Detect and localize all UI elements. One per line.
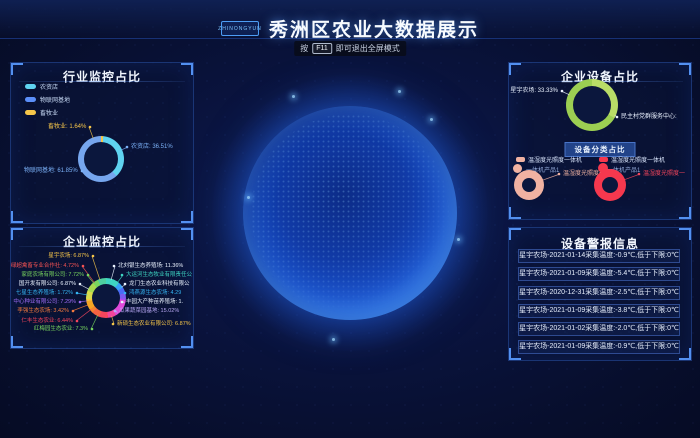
legend-item[interactable]: 农资店 — [25, 82, 70, 91]
enterprise-chart-area: 星宇农场: 6.87% 绿超禽畜专业合作社: 4.72% 家庭农场有限公司: 7… — [11, 228, 193, 348]
donut-hole — [92, 284, 120, 312]
globe — [243, 106, 457, 320]
chart-label: 大运河生态牧业有限责任公 — [126, 271, 192, 279]
industry-chart-area: 农资店 物联网基地 畜牧业 畜牧业: 1.64% 农资店: 36.51% 物联网… — [11, 63, 193, 223]
chart-label: 仁丰生态农业: 6.44% — [21, 317, 73, 325]
alarm-row: 星宇农场-2021-01-14采集温度:-0.9℃,低于下限:0℃ — [518, 249, 680, 263]
alarm-row: 星宇农场-2021-01-09采集温度:-5.4℃,低于下限:0℃ — [518, 267, 680, 281]
fullscreen-hint: 按 F11 即可退出全屏模式 — [294, 41, 406, 56]
chart-label: 龙门生态农业科技有限公 — [129, 280, 190, 288]
class-donut-chart-right[interactable] — [594, 169, 626, 201]
chart-label: 家庭农场有限公司: 7.72% — [21, 271, 84, 279]
legend-swatch — [25, 110, 36, 116]
chart-label: 农资店: 36.51% — [131, 143, 173, 151]
chart-label: 瓜果蔬菜园基地: 15.02% — [119, 307, 179, 315]
industry-panel: 行业监控占比 农资店 物联网基地 畜牧业 畜牧业: 1.64 — [10, 62, 194, 224]
particle-dot — [430, 118, 433, 121]
legend-label: 畜牧业 — [40, 108, 58, 117]
alarm-row: 星宇农场-2020-12-31采集温度:-2.5℃,低于下限:0℃ — [518, 286, 680, 300]
chart-label: 鸿燕源生态农场: 4.29 — [129, 289, 181, 297]
chart-label: 国开发有限公司: 6.87% — [19, 280, 76, 288]
globe-dot-texture — [251, 114, 449, 312]
particle-dot — [247, 196, 250, 199]
chart-label: 星宇农场: 6.87% — [48, 252, 89, 260]
particle-dot — [398, 90, 401, 93]
legend-item[interactable]: 畜牧业 — [25, 108, 70, 117]
chart-label: 绿超禽畜专业合作社: 4.72% — [11, 262, 79, 270]
legend-label: 农资店 — [40, 82, 58, 91]
particle-dot — [332, 338, 335, 341]
chart-label: 中心种业有限公司: 7.29% — [13, 298, 76, 306]
donut-hole — [84, 142, 118, 176]
chart-label: 物联网基地: 61.85% — [24, 167, 78, 175]
chart-label: 畜牧业: 1.64% — [48, 123, 86, 131]
legend-label: 温湿度光照度一体机 — [611, 155, 665, 164]
chart-label: 北刘银生态养殖场: 11.36% — [118, 262, 183, 270]
legend-swatch — [599, 157, 608, 162]
chart-label: 七星生态养殖场: 1.72% — [16, 289, 73, 297]
hint-suffix: 即可退出全屏模式 — [336, 43, 400, 54]
chart-label: 新硕生态农业有限公司: 6.87% — [117, 320, 191, 328]
enterprise-panel: 企业监控占比 星宇农场: 6.87% 绿超禽畜专业合作社: 4.72% 家庭农场… — [10, 227, 194, 349]
alarm-row: 星宇农场-2021-01-02采集温度:-2.0℃,低于下限:0℃ — [518, 322, 680, 336]
device-panel: 企业设备占比 星宇农场: 33.33% 民主村党群服务中心: 设备分类占比 温湿… — [508, 62, 692, 220]
class-legend-item[interactable]: 温湿度光照度一体机 — [599, 155, 665, 164]
dashboard-stage: ZHINONGYUN 秀洲区农业大数据展示 按 F11 即可退出全屏模式 行业监… — [0, 0, 700, 438]
legend-item[interactable]: 物联网基地 — [25, 95, 70, 104]
alarm-row: 星宇农场-2021-01-09采集温度:-0.9℃,低于下限:0℃ — [518, 340, 680, 354]
chart-label: 温湿度光照度一 — [643, 170, 685, 178]
legend-label: 物联网基地 — [40, 95, 70, 104]
particle-dot — [457, 238, 460, 241]
industry-legend: 农资店 物联网基地 畜牧业 — [25, 82, 70, 121]
f11-key-badge: F11 — [312, 43, 332, 54]
logo-badge: ZHINONGYUN — [221, 21, 259, 36]
donut-hole — [602, 177, 618, 193]
chart-label: 红梅园生态农业: 7.3% — [34, 325, 88, 333]
chart-label: 丰园大产种苗养殖场: 1. — [126, 298, 183, 306]
legend-swatch — [25, 97, 36, 103]
industry-donut-chart[interactable] — [78, 136, 124, 182]
alarm-row: 星宇农场-2021-01-09采集温度:-3.8℃,低于下限:0℃ — [518, 304, 680, 318]
page-title: 秀洲区农业大数据展示 — [269, 15, 479, 42]
alarm-panel: 设备警报信息 星宇农场-2021-01-14采集温度:-0.9℃,低于下限:0℃… — [508, 227, 692, 361]
legend-swatch — [25, 84, 36, 90]
class-chart-right: 温湿度光照度一体机 一体机产品1 温湿度光照度一 — [509, 63, 691, 219]
particle-dot — [292, 95, 295, 98]
chart-label: 李强生态农场: 3.42% — [17, 307, 69, 315]
header: ZHINONGYUN 秀洲区农业大数据展示 — [0, 15, 700, 42]
hint-prefix: 按 — [300, 43, 308, 54]
